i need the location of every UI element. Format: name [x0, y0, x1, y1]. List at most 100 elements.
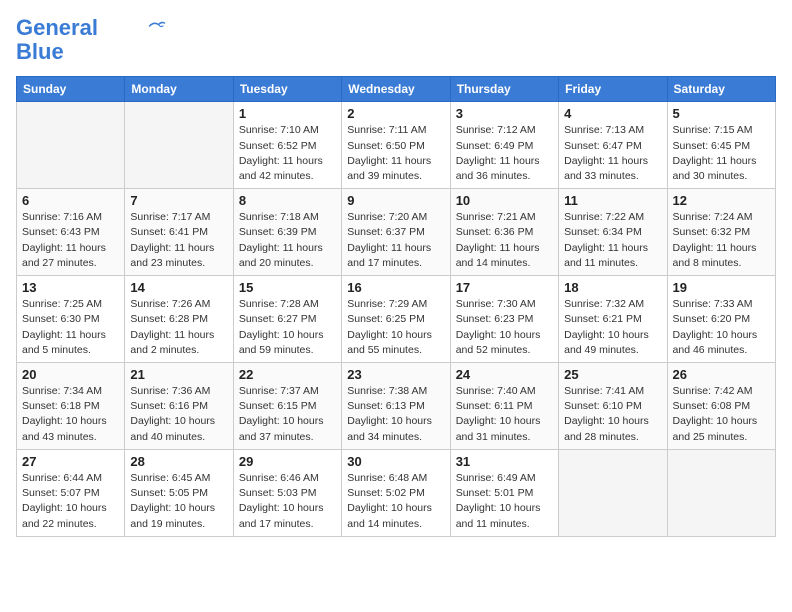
weekday-label: Monday — [125, 77, 233, 102]
day-number: 17 — [456, 280, 553, 295]
calendar-cell: 20 Sunrise: 7:34 AMSunset: 6:18 PMDayligh… — [17, 363, 125, 450]
day-number: 16 — [347, 280, 444, 295]
day-number: 13 — [22, 280, 119, 295]
day-info: Sunrise: 7:34 AMSunset: 6:18 PMDaylight:… — [22, 384, 119, 445]
day-info: Sunrise: 7:18 AMSunset: 6:39 PMDaylight:… — [239, 210, 336, 271]
day-info: Sunrise: 7:12 AMSunset: 6:49 PMDaylight:… — [456, 123, 553, 184]
day-info: Sunrise: 7:10 AMSunset: 6:52 PMDaylight:… — [239, 123, 336, 184]
weekday-label: Tuesday — [233, 77, 341, 102]
calendar-cell: 18 Sunrise: 7:32 AMSunset: 6:21 PMDayligh… — [559, 276, 667, 363]
day-number: 12 — [673, 193, 770, 208]
day-info: Sunrise: 6:44 AMSunset: 5:07 PMDaylight:… — [22, 471, 119, 532]
calendar-cell — [17, 102, 125, 189]
day-number: 8 — [239, 193, 336, 208]
calendar-week-row: 20 Sunrise: 7:34 AMSunset: 6:18 PMDayligh… — [17, 363, 776, 450]
calendar-cell: 24 Sunrise: 7:40 AMSunset: 6:11 PMDayligh… — [450, 363, 558, 450]
calendar-cell: 1 Sunrise: 7:10 AMSunset: 6:52 PMDaylight… — [233, 102, 341, 189]
day-info: Sunrise: 6:48 AMSunset: 5:02 PMDaylight:… — [347, 471, 444, 532]
calendar-cell: 21 Sunrise: 7:36 AMSunset: 6:16 PMDayligh… — [125, 363, 233, 450]
day-info: Sunrise: 6:46 AMSunset: 5:03 PMDaylight:… — [239, 471, 336, 532]
calendar-cell: 23Sunrise: 7:38 AMSunset: 6:13 PMDayligh… — [342, 363, 450, 450]
day-number: 20 — [22, 367, 119, 382]
day-number: 2 — [347, 106, 444, 121]
day-info: Sunrise: 7:15 AMSunset: 6:45 PMDaylight:… — [673, 123, 770, 184]
weekday-header-row: SundayMondayTuesdayWednesdayThursdayFrid… — [17, 77, 776, 102]
day-info: Sunrise: 7:20 AMSunset: 6:37 PMDaylight:… — [347, 210, 444, 271]
day-info: Sunrise: 7:16 AMSunset: 6:43 PMDaylight:… — [22, 210, 119, 271]
day-number: 27 — [22, 454, 119, 469]
calendar-cell: 11 Sunrise: 7:22 AMSunset: 6:34 PMDayligh… — [559, 189, 667, 276]
calendar-cell: 2 Sunrise: 7:11 AMSunset: 6:50 PMDaylight… — [342, 102, 450, 189]
day-info: Sunrise: 7:28 AMSunset: 6:27 PMDaylight:… — [239, 297, 336, 358]
day-info: Sunrise: 7:11 AMSunset: 6:50 PMDaylight:… — [347, 123, 444, 184]
calendar-cell: 22Sunrise: 7:37 AMSunset: 6:15 PMDayligh… — [233, 363, 341, 450]
day-number: 5 — [673, 106, 770, 121]
day-number: 7 — [130, 193, 227, 208]
day-number: 26 — [673, 367, 770, 382]
calendar-cell — [667, 449, 775, 536]
day-info: Sunrise: 7:25 AMSunset: 6:30 PMDaylight:… — [22, 297, 119, 358]
day-number: 19 — [673, 280, 770, 295]
day-number: 29 — [239, 454, 336, 469]
day-info: Sunrise: 7:32 AMSunset: 6:21 PMDaylight:… — [564, 297, 661, 358]
day-number: 14 — [130, 280, 227, 295]
weekday-label: Friday — [559, 77, 667, 102]
calendar-table: SundayMondayTuesdayWednesdayThursdayFrid… — [16, 76, 776, 536]
calendar-cell — [559, 449, 667, 536]
logo-blue: Blue — [16, 40, 64, 64]
day-info: Sunrise: 6:49 AMSunset: 5:01 PMDaylight:… — [456, 471, 553, 532]
weekday-label: Thursday — [450, 77, 558, 102]
day-info: Sunrise: 7:26 AMSunset: 6:28 PMDaylight:… — [130, 297, 227, 358]
calendar-cell: 4 Sunrise: 7:13 AMSunset: 6:47 PMDaylight… — [559, 102, 667, 189]
day-number: 1 — [239, 106, 336, 121]
page-header: General Blue — [16, 16, 776, 64]
day-number: 24 — [456, 367, 553, 382]
day-number: 18 — [564, 280, 661, 295]
day-number: 4 — [564, 106, 661, 121]
calendar-cell: 19 Sunrise: 7:33 AMSunset: 6:20 PMDayligh… — [667, 276, 775, 363]
calendar-cell: 9 Sunrise: 7:20 AMSunset: 6:37 PMDaylight… — [342, 189, 450, 276]
logo: General Blue — [16, 16, 166, 64]
calendar-cell: 13 Sunrise: 7:25 AMSunset: 6:30 PMDayligh… — [17, 276, 125, 363]
day-info: Sunrise: 7:22 AMSunset: 6:34 PMDaylight:… — [564, 210, 661, 271]
day-number: 3 — [456, 106, 553, 121]
day-info: Sunrise: 7:40 AMSunset: 6:11 PMDaylight:… — [456, 384, 553, 445]
day-info: Sunrise: 6:45 AMSunset: 5:05 PMDaylight:… — [130, 471, 227, 532]
day-info: Sunrise: 7:13 AMSunset: 6:47 PMDaylight:… — [564, 123, 661, 184]
day-number: 25 — [564, 367, 661, 382]
calendar-week-row: 13 Sunrise: 7:25 AMSunset: 6:30 PMDayligh… — [17, 276, 776, 363]
calendar-week-row: 27 Sunrise: 6:44 AMSunset: 5:07 PMDayligh… — [17, 449, 776, 536]
day-number: 15 — [239, 280, 336, 295]
weekday-label: Wednesday — [342, 77, 450, 102]
day-number: 11 — [564, 193, 661, 208]
calendar-cell: 26 Sunrise: 7:42 AMSunset: 6:08 PMDayligh… — [667, 363, 775, 450]
calendar-cell: 28Sunrise: 6:45 AMSunset: 5:05 PMDayligh… — [125, 449, 233, 536]
day-number: 6 — [22, 193, 119, 208]
calendar-cell: 27 Sunrise: 6:44 AMSunset: 5:07 PMDayligh… — [17, 449, 125, 536]
calendar-cell: 10 Sunrise: 7:21 AMSunset: 6:36 PMDayligh… — [450, 189, 558, 276]
calendar-cell: 8 Sunrise: 7:18 AMSunset: 6:39 PMDaylight… — [233, 189, 341, 276]
day-number: 10 — [456, 193, 553, 208]
day-info: Sunrise: 7:24 AMSunset: 6:32 PMDaylight:… — [673, 210, 770, 271]
calendar-week-row: 6 Sunrise: 7:16 AMSunset: 6:43 PMDaylight… — [17, 189, 776, 276]
day-info: Sunrise: 7:36 AMSunset: 6:16 PMDaylight:… — [130, 384, 227, 445]
calendar-cell: 29 Sunrise: 6:46 AMSunset: 5:03 PMDayligh… — [233, 449, 341, 536]
day-number: 30 — [347, 454, 444, 469]
calendar-cell: 16 Sunrise: 7:29 AMSunset: 6:25 PMDayligh… — [342, 276, 450, 363]
day-info: Sunrise: 7:29 AMSunset: 6:25 PMDaylight:… — [347, 297, 444, 358]
day-info: Sunrise: 7:42 AMSunset: 6:08 PMDaylight:… — [673, 384, 770, 445]
logo-text: General — [16, 16, 98, 40]
calendar-cell: 6 Sunrise: 7:16 AMSunset: 6:43 PMDaylight… — [17, 189, 125, 276]
calendar-cell: 17Sunrise: 7:30 AMSunset: 6:23 PMDayligh… — [450, 276, 558, 363]
day-info: Sunrise: 7:21 AMSunset: 6:36 PMDaylight:… — [456, 210, 553, 271]
calendar-cell: 5 Sunrise: 7:15 AMSunset: 6:45 PMDaylight… — [667, 102, 775, 189]
calendar-cell — [125, 102, 233, 189]
day-number: 31 — [456, 454, 553, 469]
day-number: 9 — [347, 193, 444, 208]
day-info: Sunrise: 7:17 AMSunset: 6:41 PMDaylight:… — [130, 210, 227, 271]
day-info: Sunrise: 7:41 AMSunset: 6:10 PMDaylight:… — [564, 384, 661, 445]
day-info: Sunrise: 7:33 AMSunset: 6:20 PMDaylight:… — [673, 297, 770, 358]
weekday-label: Sunday — [17, 77, 125, 102]
weekday-label: Saturday — [667, 77, 775, 102]
day-number: 21 — [130, 367, 227, 382]
